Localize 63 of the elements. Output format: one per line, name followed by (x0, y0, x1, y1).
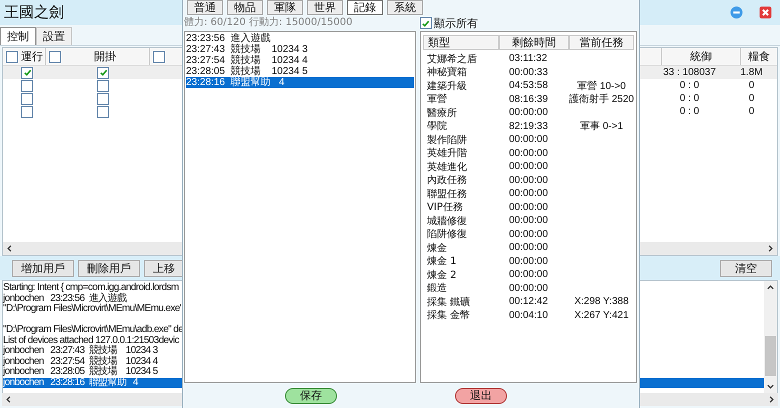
table-cell-text: 82:19:33 (508, 120, 549, 132)
table-cell-text: 鍛造 (426, 282, 448, 296)
table-cell-text: 00:00:00 (508, 242, 549, 254)
table-cell-text: 00:00:00 (508, 134, 549, 146)
window-title: 王國之劍 (4, 3, 64, 22)
table-cell-text: 煉金 (426, 242, 448, 255)
table-cell-text: 製作陷阱 (426, 134, 468, 147)
table-cell-text: 00:00:00 (508, 161, 549, 172)
table-cell-text: 00:04:10 (508, 310, 549, 321)
table-cell-text: 英雄升階 (426, 146, 468, 160)
table-cell-text: 軍營 (426, 92, 448, 106)
table-cell-text: 00:00:00 (508, 148, 549, 159)
table-cell-text: 煉金 2 (426, 268, 458, 282)
column-header: 開掛 (93, 49, 117, 64)
table-cell-text: 00:12:42 (508, 296, 549, 308)
table-cell-text: 建築升級 (426, 80, 468, 93)
table-cell-text: 0 (748, 93, 756, 104)
table-cell-text: 神秘寶箱 (426, 66, 468, 80)
table-cell-text: 00:00:00 (508, 256, 549, 267)
table-cell-text: 33 : 108037 (662, 67, 717, 78)
column-header: 統御 (661, 48, 740, 65)
table-cell-text: 英雄進化 (426, 160, 468, 174)
column-header: 運行 (21, 49, 43, 64)
table-cell-text: 00:00:00 (508, 269, 549, 280)
table-cell-text: 00:00:00 (508, 228, 549, 240)
table-cell-text: 聯盟任務 (426, 188, 468, 201)
column-header: 剩餘時間 (498, 34, 569, 50)
table-cell-text: 00:00:00 (508, 188, 549, 200)
table-cell-text: 00:00:33 (508, 66, 549, 78)
column-header: 當前任務 (568, 34, 634, 50)
table-cell-text: 08:16:39 (508, 94, 549, 105)
table-cell-text: 醫療所 (426, 106, 458, 120)
table-cell-text: 艾娜希之盾 (426, 52, 478, 66)
table-cell-text: X:267 Y:421 (573, 310, 630, 321)
table-cell-text: 軍事 0->1 (578, 120, 624, 134)
table-cell-text: 04:53:58 (508, 80, 549, 92)
table-cell-text: 00:00:00 (508, 202, 549, 213)
checkbox-label: 顯示所有 (434, 16, 478, 30)
table-cell-text: 1.8M (739, 67, 764, 78)
table-cell-text: 00:00:00 (508, 282, 549, 294)
table-cell-text: 00:00:00 (508, 174, 549, 186)
table-cell-text: VIP任務 (426, 201, 464, 214)
column-header: 類型 (422, 34, 499, 50)
table-cell-text: 00:00:00 (508, 215, 549, 226)
table-cell-text: 城牆修復 (426, 214, 468, 228)
table-cell-text: 0 : 0 (678, 106, 700, 117)
table-cell-text: 0 (748, 106, 756, 117)
column-header: 糧食 (740, 48, 777, 65)
table-cell-text: 內政任務 (426, 174, 468, 188)
table-cell-text: 採集 鐵礦 (426, 296, 472, 309)
table-cell-text: 00:00:00 (508, 107, 549, 118)
table-cell-text: 軍營 10->0 (576, 80, 627, 93)
table-cell-text: 03:11:32 (508, 53, 548, 64)
table-cell-text: 陷阱修復 (426, 228, 468, 242)
table-cell-text: 0 : 0 (678, 93, 700, 104)
table-cell-text: 煉金 1 (426, 254, 458, 268)
table-cell-text: X:298 Y:388 (573, 296, 630, 308)
table-cell-text: 0 (748, 80, 756, 91)
stats-text: 體力: 60/120 行動力: 15000/15000 (184, 16, 354, 30)
table-cell-text: 0 : 0 (678, 80, 700, 91)
table-cell-text: 採集 金幣 (426, 309, 472, 322)
table-cell-text: 護衛射手 2520 (568, 92, 634, 106)
table-cell-text: 學院 (426, 120, 448, 134)
